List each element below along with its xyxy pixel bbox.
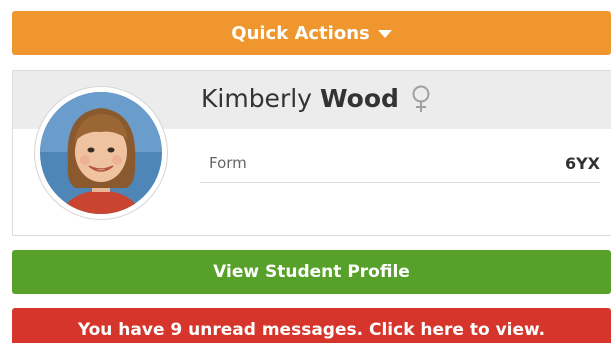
student-photo-icon bbox=[40, 92, 162, 214]
quick-actions-button[interactable]: Quick Actions bbox=[12, 11, 611, 55]
unread-messages-banner[interactable]: You have 9 unread messages. Click here t… bbox=[12, 308, 611, 343]
view-student-profile-label: View Student Profile bbox=[213, 262, 410, 282]
caret-down-icon bbox=[377, 30, 392, 38]
student-card: Kimberly Wood Form 6YX bbox=[12, 70, 611, 236]
female-icon bbox=[411, 85, 431, 113]
student-last-name: Wood bbox=[319, 84, 399, 113]
form-row: Form 6YX bbox=[200, 144, 600, 183]
avatar bbox=[34, 86, 168, 220]
student-first-name: Kimberly bbox=[201, 84, 312, 113]
quick-actions-label: Quick Actions bbox=[231, 22, 370, 44]
student-name: Kimberly Wood bbox=[201, 84, 431, 113]
form-label: Form bbox=[209, 154, 247, 172]
student-page: Quick Actions Kimberly Wood Form 6YX Vie… bbox=[0, 0, 611, 343]
view-student-profile-button[interactable]: View Student Profile bbox=[12, 250, 611, 294]
form-value: 6YX bbox=[564, 153, 600, 173]
unread-messages-label: You have 9 unread messages. Click here t… bbox=[77, 320, 546, 340]
